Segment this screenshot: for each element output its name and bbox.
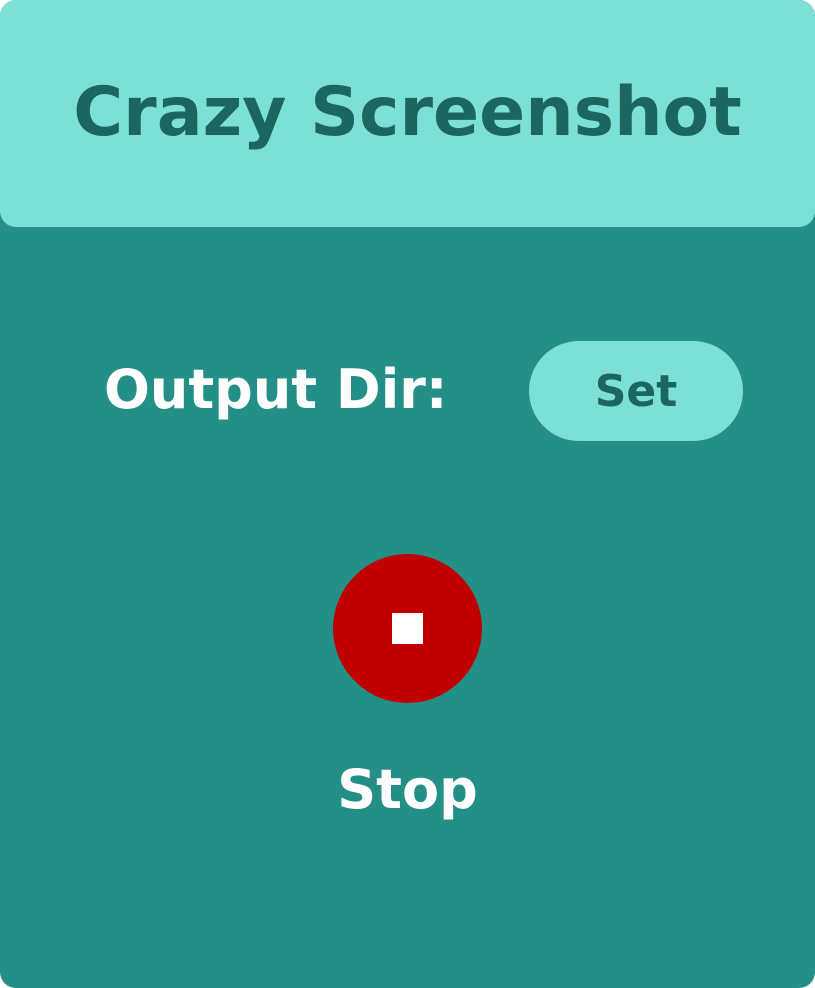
- output-dir-label: Output Dir:: [104, 358, 448, 421]
- app-window: Crazy Screenshot Output Dir: Set Stop: [0, 0, 815, 988]
- stop-label: Stop: [337, 758, 478, 821]
- set-button-label: Set: [594, 365, 678, 417]
- header-bar: Crazy Screenshot: [0, 0, 815, 227]
- stop-button[interactable]: [333, 554, 482, 703]
- set-output-dir-button[interactable]: Set: [529, 341, 743, 441]
- stop-square-icon: [392, 613, 423, 644]
- app-title: Crazy Screenshot: [73, 73, 742, 152]
